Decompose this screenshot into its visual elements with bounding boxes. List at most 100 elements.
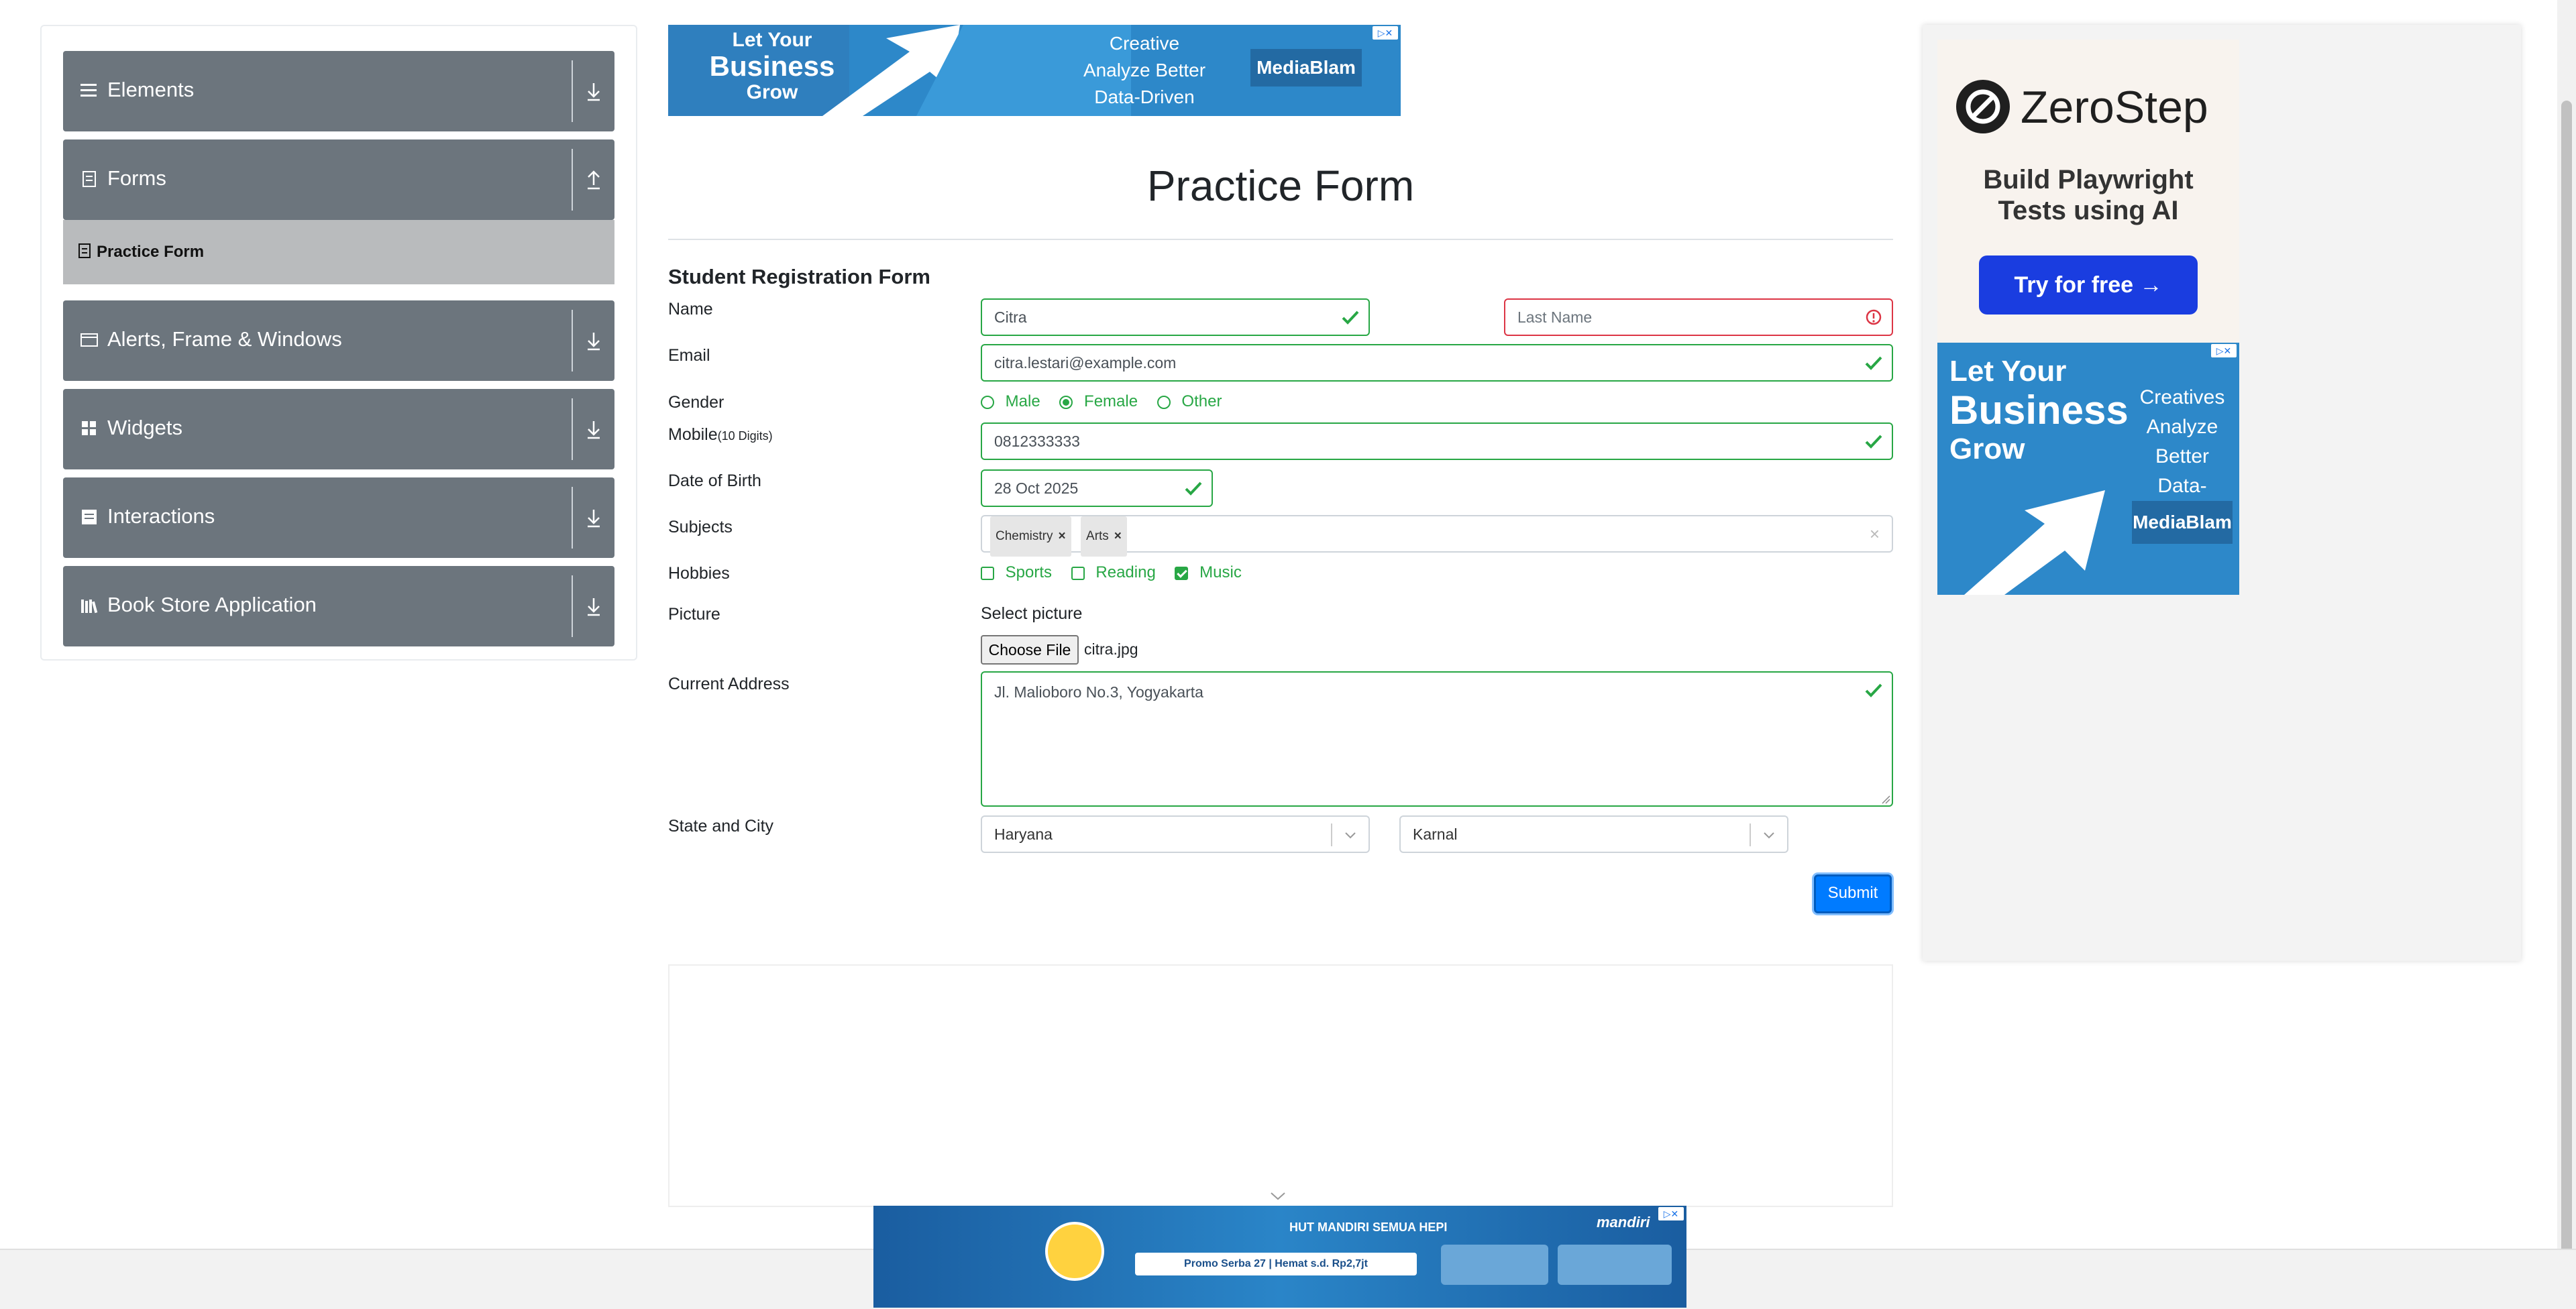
download-arrow-icon[interactable] (582, 78, 605, 105)
hobby-checkbox-reading[interactable] (1071, 566, 1085, 580)
sidebar-item-practice-form[interactable]: Practice Form (63, 220, 614, 284)
upload-arrow-icon[interactable] (582, 166, 605, 193)
gender-option-label: Male (1005, 392, 1040, 410)
subject-tag-label: Chemistry (996, 529, 1053, 543)
bottom-ad-banner[interactable]: HUT MANDIRI SEMUA HEPI mandiri Promo Ser… (873, 1206, 1686, 1308)
last-name-input[interactable]: Last Name (1504, 298, 1893, 336)
gender-radio-male[interactable] (981, 395, 994, 409)
mobile-label: Mobile(10 Digits) (668, 425, 773, 445)
divider (572, 149, 573, 211)
check-icon (1865, 356, 1882, 370)
dob-input[interactable]: 28 Oct 2025 (981, 469, 1213, 507)
ad-headline: HUT MANDIRI SEMUA HEPI (1289, 1220, 1448, 1234)
subject-tag: Arts × (1081, 516, 1127, 557)
city-value: Karnal (1413, 826, 1458, 843)
check-icon (1185, 481, 1202, 496)
form-icon (78, 243, 91, 258)
choose-file-button[interactable]: Choose File (981, 635, 1079, 665)
mobile-hint: (10 Digits) (717, 429, 773, 443)
remove-tag-icon[interactable]: × (1059, 529, 1066, 543)
ad-line: Data-Driven (1094, 87, 1195, 107)
first-name-value: Citra (994, 308, 1027, 326)
picture-label: Picture (668, 605, 720, 624)
ad-line: Let Your (1949, 355, 2067, 388)
ad-line: Analyze Better (1083, 60, 1206, 80)
ad-brand: mandiri (1597, 1214, 1650, 1231)
subjects-label: Subjects (668, 518, 733, 536)
sidebar-group-book-store[interactable]: Book Store Application (63, 566, 614, 646)
ad-line: Let Your (732, 29, 812, 51)
page-title: Practice Form (1146, 162, 1415, 210)
hobby-checkbox-music[interactable] (1175, 566, 1189, 580)
first-name-input[interactable]: Citra (981, 298, 1370, 336)
check-icon (1342, 310, 1359, 325)
window-icon (80, 333, 98, 347)
email-value: citra.lestari@example.com (994, 354, 1177, 372)
file-name: citra.jpg (1084, 640, 1138, 658)
divider (1750, 823, 1751, 846)
ad-choices-icon[interactable]: ▷✕ (1373, 26, 1398, 40)
chevron-down-icon (1345, 832, 1356, 839)
ad-line: Business (709, 50, 835, 82)
page-scrollbar-thumb[interactable] (2561, 101, 2572, 1305)
ad-choices-icon[interactable]: ▷✕ (1658, 1207, 1684, 1220)
address-label: Current Address (668, 675, 790, 693)
mobile-input[interactable]: 0812333333 (981, 422, 1893, 460)
ad-brand: MediaBlam (2132, 501, 2233, 544)
divider (668, 239, 1893, 240)
sidebar-group-forms[interactable]: Forms (63, 139, 614, 220)
gender-radio-group: Male Female Other (981, 392, 1222, 411)
sidebar-group-widgets[interactable]: Widgets (63, 389, 614, 469)
divider (572, 398, 573, 460)
ad-line: Creatives (2139, 386, 2225, 408)
ad-line: Creative (1109, 33, 1180, 54)
ad-choices-icon[interactable]: ▷✕ (2211, 344, 2237, 357)
hobby-label: Reading (1095, 563, 1156, 581)
download-arrow-icon[interactable] (582, 416, 605, 443)
sidebar-group-interactions[interactable]: Interactions (63, 477, 614, 558)
gender-option-label: Other (1181, 392, 1222, 410)
top-ad-banner[interactable]: Let Your Business Grow Creative Analyze … (668, 25, 1401, 116)
download-arrow-icon[interactable] (582, 593, 605, 620)
submit-button[interactable]: Submit (1814, 874, 1892, 913)
sidebar-group-label: Forms (107, 166, 166, 190)
subject-tag-label: Arts (1086, 529, 1109, 543)
sidebar-group-label: Interactions (107, 504, 215, 528)
email-input[interactable]: citra.lestari@example.com (981, 344, 1893, 382)
remove-tag-icon[interactable]: × (1114, 529, 1122, 543)
resize-handle-icon[interactable] (1881, 795, 1890, 804)
hobby-checkbox-sports[interactable] (981, 566, 994, 580)
gender-radio-other[interactable] (1157, 395, 1171, 409)
address-value: Jl. Malioboro No.3, Yogyakarta (994, 683, 1203, 701)
divider (572, 60, 573, 122)
sidebar: Elements Forms Practice Form Alerts, Fra… (40, 25, 637, 661)
zerostep-ad[interactable]: ZeroStep Build Playwright Tests using AI… (1937, 40, 2239, 345)
dob-label: Date of Birth (668, 471, 761, 490)
subjects-input[interactable]: Chemistry × Arts × × (981, 515, 1893, 557)
sidebar-group-label: Book Store Application (107, 593, 317, 616)
current-address-textarea[interactable]: Jl. Malioboro No.3, Yogyakarta (981, 671, 1893, 807)
try-for-free-button[interactable]: Try for free → (1979, 255, 2198, 315)
download-arrow-icon[interactable] (582, 504, 605, 531)
clear-all-icon[interactable]: × (1870, 516, 1880, 551)
arrow-graphic-icon (1964, 490, 2105, 595)
sidebar-group-elements[interactable]: Elements (63, 51, 614, 131)
divider (1331, 823, 1332, 846)
error-icon (1866, 309, 1882, 325)
widgets-icon (82, 421, 96, 435)
ad-brand: MediaBlam (1250, 49, 1362, 87)
form-icon (83, 171, 96, 187)
chevron-down-icon[interactable] (1269, 1191, 1287, 1202)
divider (572, 487, 573, 549)
right-ad-banner[interactable]: Let Your Business Grow Creatives Analyze… (1937, 343, 2239, 595)
city-select[interactable]: Karnal (1399, 815, 1788, 853)
state-select[interactable]: Haryana (981, 815, 1370, 853)
books-icon (81, 600, 98, 614)
gender-radio-female[interactable] (1059, 395, 1073, 409)
sidebar-group-alerts[interactable]: Alerts, Frame & Windows (63, 300, 614, 381)
ad-headline: Build Playwright Tests using AI (1983, 165, 2194, 225)
subject-tag: Chemistry × (990, 516, 1071, 557)
download-arrow-icon[interactable] (582, 327, 605, 354)
chevron-down-icon (1764, 832, 1774, 839)
ad-line: Grow (746, 81, 798, 103)
